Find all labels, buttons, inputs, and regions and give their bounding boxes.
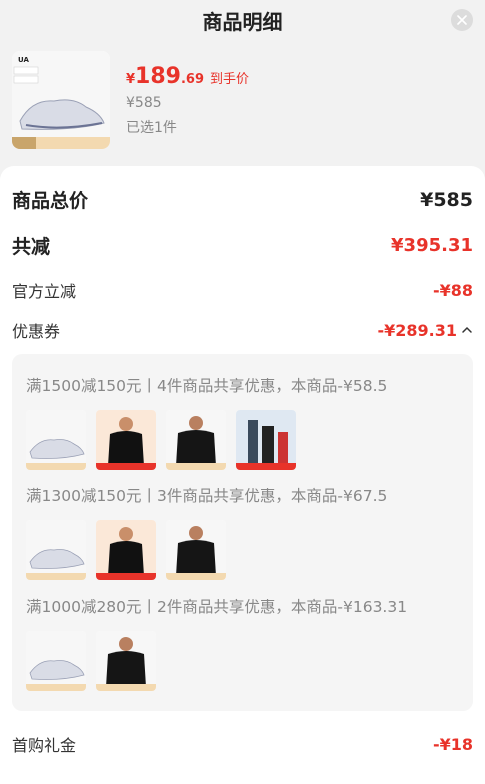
final-price: ¥ 189 .69 到手价	[126, 64, 249, 89]
selected-count: 已选1件	[126, 120, 177, 136]
official-discount-row: 官方立减 -¥88	[12, 278, 473, 302]
total-label: 商品总价	[12, 190, 89, 212]
shirt-thumbnail[interactable]	[96, 410, 156, 470]
close-button[interactable]	[451, 9, 473, 31]
shoe-thumbnail[interactable]	[26, 410, 86, 470]
detail-panel: 商品总价 ¥585 共减 ¥395.31 官方立减 -¥88 优惠券 -¥289…	[0, 166, 485, 784]
price-integer: 189	[135, 64, 181, 89]
shirt-thumbnail[interactable]	[96, 520, 156, 580]
shoe-thumbnail[interactable]	[26, 520, 86, 580]
price-block: ¥ 189 .69 到手价 ¥585 已选1件	[126, 64, 249, 137]
discount-row: 共减 ¥395.31	[12, 232, 473, 259]
header: 商品明细 UA ¥ 189 .69 到手价 ¥585 已选1件	[0, 0, 485, 160]
coupon-tier-text: 满1000减280元丨2件商品共享优惠，本商品-¥163.31	[26, 598, 408, 616]
chevron-up-icon[interactable]	[461, 326, 473, 334]
coupon-row[interactable]: 优惠券 -¥289.31	[12, 318, 473, 342]
coupon-value-wrap: -¥289.31	[377, 321, 473, 340]
currency-symbol: ¥	[126, 72, 136, 87]
product-thumbnail[interactable]	[236, 410, 296, 470]
coupon-details: 满1500减150元丨4件商品共享优惠，本商品-¥58.5 满1300减150元…	[12, 354, 473, 711]
shoe-thumbnail[interactable]	[26, 631, 86, 691]
coupon-label: 优惠券	[12, 322, 61, 341]
total-value: ¥585	[420, 188, 473, 211]
first-buy-value: -¥18	[432, 734, 473, 754]
coupon-tier-products	[26, 410, 296, 470]
original-price: ¥585	[126, 95, 162, 111]
page-title: 商品明细	[202, 10, 283, 34]
coupon-tier-products	[26, 631, 156, 691]
total-row: 商品总价 ¥585	[12, 186, 473, 213]
first-buy-row: 首购礼金 -¥18	[12, 732, 473, 756]
coupon-tier-text: 满1500减150元丨4件商品共享优惠，本商品-¥58.5	[26, 377, 388, 395]
svg-text:UA: UA	[18, 56, 29, 64]
first-buy-label: 首购礼金	[12, 736, 77, 755]
discount-label: 共减	[12, 236, 51, 258]
shoe-image: UA	[12, 51, 110, 149]
coupon-tier-text: 满1300减150元丨3件商品共享优惠，本商品-¥67.5	[26, 487, 388, 505]
price-decimal: .69	[180, 72, 205, 87]
shirt-thumbnail[interactable]	[166, 520, 226, 580]
shirt-thumbnail[interactable]	[166, 410, 226, 470]
official-label: 官方立减	[12, 282, 77, 301]
coupon-value: -¥289.31	[377, 320, 457, 340]
discount-value: ¥395.31	[391, 235, 473, 256]
close-icon	[457, 15, 467, 25]
shirt-thumbnail[interactable]	[96, 631, 156, 691]
price-tag: 到手价	[210, 72, 250, 87]
official-value: -¥88	[432, 280, 473, 300]
product-thumbnail[interactable]: UA	[12, 51, 110, 149]
coupon-tier-products	[26, 520, 226, 580]
